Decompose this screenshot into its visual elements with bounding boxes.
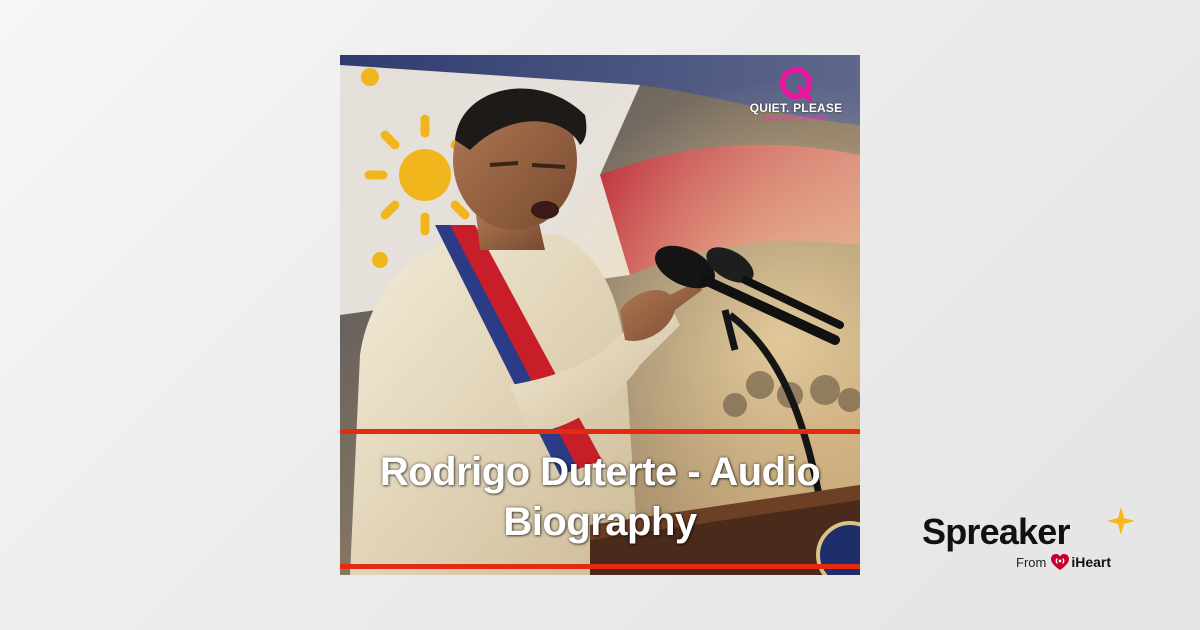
quiet-please-q-icon (779, 66, 813, 103)
from-iheart: From iHeart (1016, 553, 1111, 571)
spreaker-brand[interactable]: Spreaker From iHeart (922, 507, 1142, 579)
spreaker-wordmark: Spreaker (922, 511, 1071, 552)
iheart-wordmark: iHeart (1071, 554, 1112, 570)
star-icon (1107, 507, 1135, 535)
logo-brand-name: QUIET. PLEASE (749, 101, 843, 115)
title-band-top-line (340, 429, 860, 434)
title-band-bottom-line (340, 564, 860, 569)
iheart-logo-icon (1051, 554, 1070, 570)
logo-tagline: HEAR WHAT MATTERS (763, 116, 829, 122)
podcast-cover-art: QUIET. PLEASE HEAR WHAT MATTERS Rodrigo … (340, 55, 860, 575)
quiet-please-logo: QUIET. PLEASE HEAR WHAT MATTERS (746, 65, 846, 122)
from-label: From (1016, 554, 1047, 570)
cover-title-band: Rodrigo Duterte - Audio Biography (340, 429, 860, 575)
episode-title: Rodrigo Duterte - Audio Biography (379, 450, 821, 544)
